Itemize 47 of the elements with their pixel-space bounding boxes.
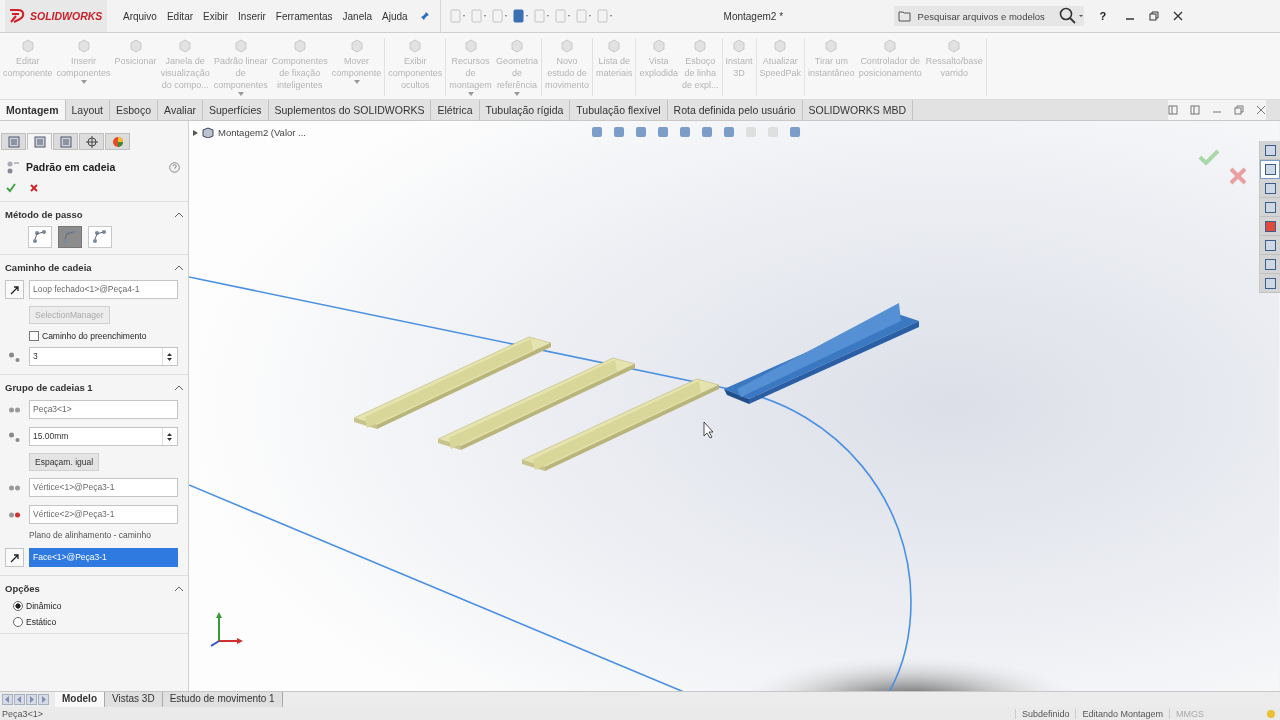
tab[interactable]: Layout <box>65 100 111 120</box>
tab[interactable]: Montagem <box>0 100 66 120</box>
spin-field[interactable]: 15.00mm <box>29 427 178 446</box>
checkbox-label: Caminho do preenchimento <box>42 331 147 341</box>
selection-field[interactable]: Loop fechado<1>@Peça4-1 <box>29 280 178 299</box>
section-title: Método de passo <box>5 209 83 220</box>
status-text: Peça3<1> <box>2 708 44 719</box>
panel-title: Padrão em cadeia <box>26 161 116 173</box>
menu-item[interactable]: Janela <box>342 10 372 22</box>
push-button[interactable]: Espaçam. igual <box>29 453 100 471</box>
menu-item[interactable]: Inserir <box>238 10 266 22</box>
status-text: Subdefinido <box>1014 708 1076 719</box>
menu-item[interactable]: Arquivo <box>123 10 157 22</box>
tree-item[interactable]: Montagem2 (Valor ... <box>218 127 306 138</box>
tab[interactable]: Esboço <box>110 100 159 120</box>
input-field[interactable]: Vértice<1>@Peça3-1 <box>29 478 178 497</box>
spin-field[interactable]: 3 <box>29 347 178 366</box>
menu-item[interactable]: Ajuda <box>382 10 408 22</box>
model-tab[interactable]: Vistas 3D <box>105 692 163 707</box>
tab[interactable]: Tubulação flexível <box>570 100 668 120</box>
radio-label: Estático <box>26 617 57 627</box>
tab[interactable]: Rota definida pelo usuário <box>667 100 803 120</box>
tab[interactable]: Suplementos do SOLIDWORKS <box>268 100 432 120</box>
section-title: Opções <box>5 583 40 594</box>
menu-item[interactable]: Exibir <box>203 10 229 22</box>
tab[interactable]: Avaliar <box>158 100 203 120</box>
search-field[interactable]: Pesquisar arquivos e modelos <box>893 6 1084 26</box>
input-field[interactable]: Vértice<2>@Peça3-1 <box>29 505 178 524</box>
status-text: MMGS <box>1169 708 1262 719</box>
section-title: Caminho de cadeia <box>5 262 92 273</box>
section-title: Grupo de cadeias 1 <box>5 382 93 393</box>
menu-item[interactable]: Ferramentas <box>275 10 333 22</box>
help-button[interactable]: ? <box>1093 10 1113 22</box>
app-logo[interactable]: SOLIDWORKS <box>5 0 107 32</box>
window-title: Montagem2 * <box>723 10 785 22</box>
tab[interactable]: SOLIDWORKS MBD <box>802 100 914 120</box>
status-text: Editando Montagem <box>1075 708 1169 719</box>
menu-item[interactable]: Editar <box>166 10 194 22</box>
model-tab[interactable]: Modelo <box>55 692 105 707</box>
field-caption: Plano de alinhamento - caminho <box>29 530 151 540</box>
tab[interactable]: Tubulação rígida <box>479 100 571 120</box>
tab[interactable]: Elétrica <box>431 100 480 120</box>
model-tab[interactable]: Estudo de movimento 1 <box>162 692 283 707</box>
selection-field[interactable]: Face<1>@Peça3-1 <box>29 548 178 567</box>
input-field[interactable]: Peça3<1> <box>29 400 178 419</box>
radio-label: Dinâmico <box>26 601 62 611</box>
tab[interactable]: Superfícies <box>202 100 269 120</box>
